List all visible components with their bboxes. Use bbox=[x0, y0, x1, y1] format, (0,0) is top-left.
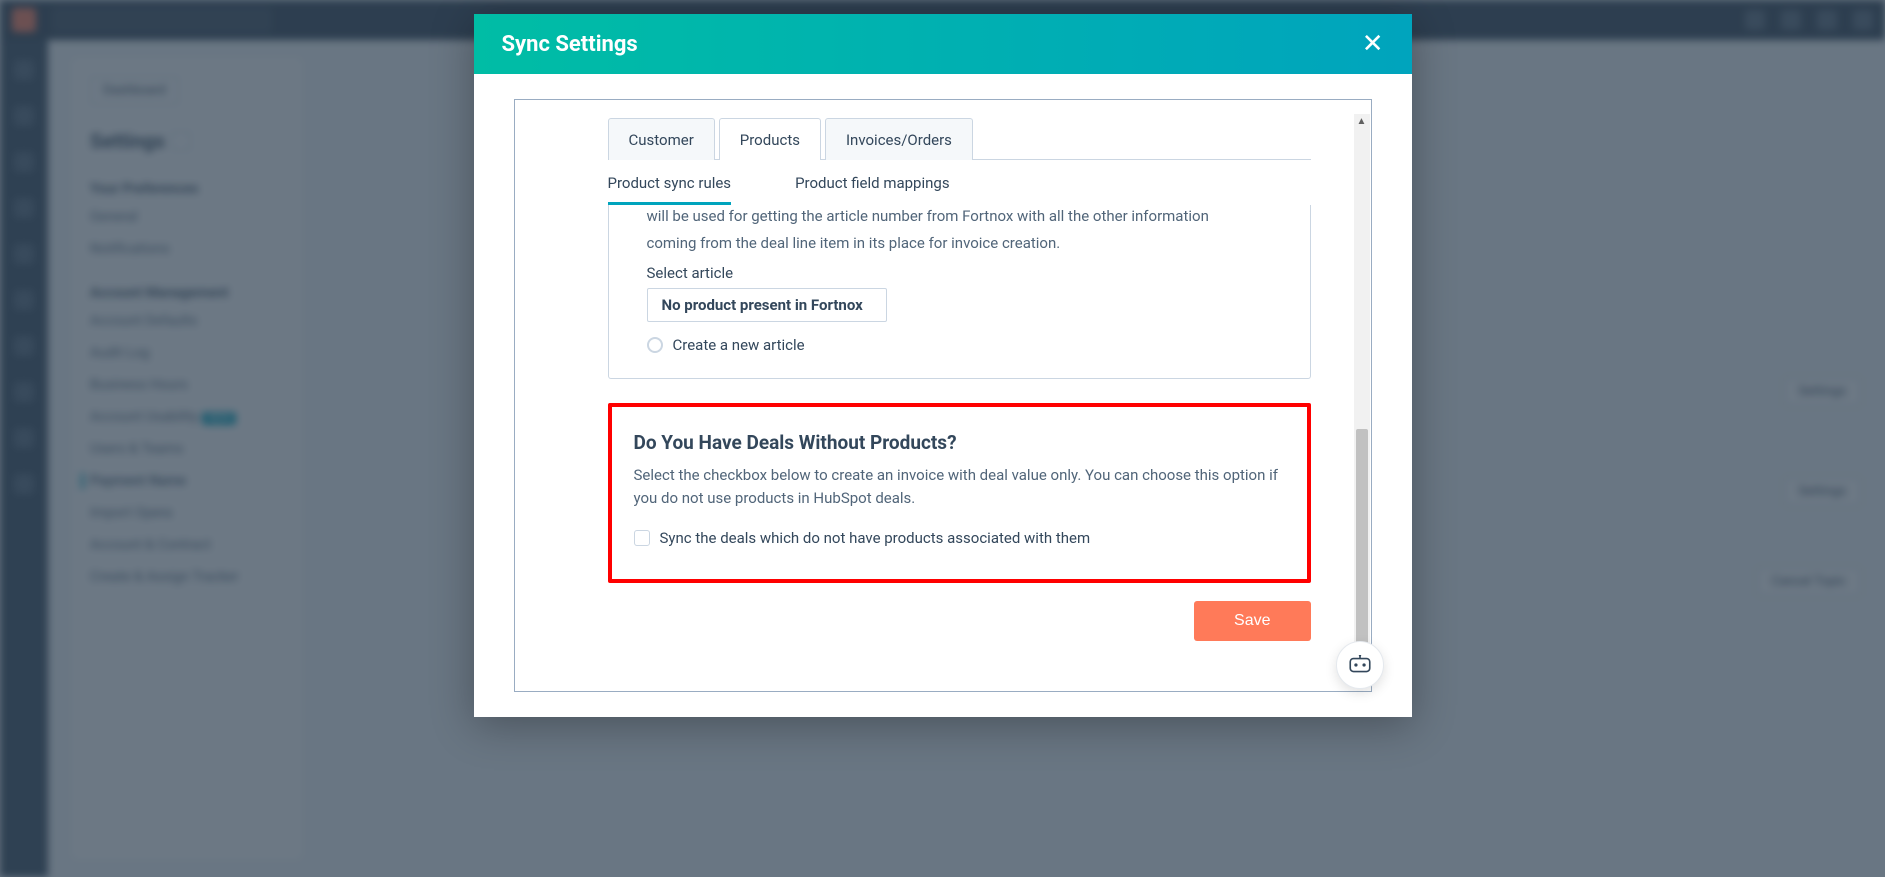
subtab-field-mappings[interactable]: Product field mappings bbox=[795, 174, 950, 205]
content-frame: Customer Products Invoices/Orders Produc… bbox=[514, 99, 1372, 692]
save-button[interactable]: Save bbox=[1194, 601, 1310, 641]
sync-settings-modal: Sync Settings ✕ Customer Products Invoic… bbox=[474, 14, 1412, 717]
save-row: Save bbox=[608, 601, 1311, 641]
article-section: will be used for getting the article num… bbox=[608, 205, 1311, 379]
chat-fab[interactable] bbox=[1336, 641, 1384, 689]
tab-invoices[interactable]: Invoices/Orders bbox=[825, 118, 973, 160]
subtab-sync-rules[interactable]: Product sync rules bbox=[608, 174, 732, 205]
desc-line: coming from the deal line item in its pl… bbox=[647, 232, 1282, 255]
close-icon[interactable]: ✕ bbox=[1362, 31, 1384, 57]
radio-icon bbox=[647, 337, 663, 353]
radio-label: Create a new article bbox=[673, 336, 805, 354]
sub-tabs: Product sync rules Product field mapping… bbox=[608, 174, 1371, 205]
scroll-up-icon[interactable]: ▲ bbox=[1354, 114, 1370, 128]
select-article-label: Select article bbox=[647, 264, 1282, 282]
select-article-dropdown[interactable]: No product present in Fortnox bbox=[647, 288, 887, 322]
robot-icon bbox=[1347, 655, 1373, 675]
modal-header: Sync Settings ✕ bbox=[474, 14, 1412, 74]
scrollbar[interactable]: ▲ ▼ bbox=[1354, 114, 1370, 677]
scroll-area: will be used for getting the article num… bbox=[608, 205, 1311, 655]
create-article-radio[interactable]: Create a new article bbox=[647, 336, 1282, 354]
main-tabs: Customer Products Invoices/Orders bbox=[608, 118, 1371, 160]
tab-products[interactable]: Products bbox=[719, 118, 821, 160]
checkbox-icon bbox=[634, 530, 650, 546]
deals-without-products-section: Do You Have Deals Without Products? Sele… bbox=[608, 403, 1311, 583]
sync-deals-checkbox-row[interactable]: Sync the deals which do not have product… bbox=[634, 529, 1285, 547]
checkbox-label: Sync the deals which do not have product… bbox=[660, 529, 1091, 547]
modal-body: Customer Products Invoices/Orders Produc… bbox=[474, 74, 1412, 717]
modal-title: Sync Settings bbox=[502, 32, 1362, 57]
deals-title: Do You Have Deals Without Products? bbox=[634, 431, 1285, 454]
deals-description: Select the checkbox below to create an i… bbox=[634, 464, 1285, 511]
desc-line: will be used for getting the article num… bbox=[647, 205, 1282, 228]
tab-customer[interactable]: Customer bbox=[608, 118, 715, 160]
scroll-thumb[interactable] bbox=[1356, 429, 1368, 654]
